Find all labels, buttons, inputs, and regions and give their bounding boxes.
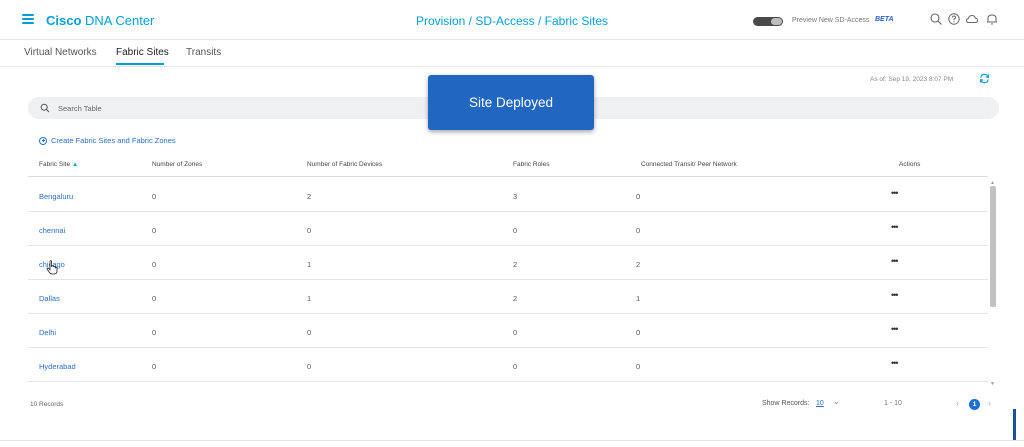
top-header: Cisco DNA Center Provision / SD-Access /… bbox=[0, 0, 1024, 40]
create-link-label: Create Fabric Sites and Fabric Zones bbox=[51, 136, 176, 145]
show-records-label: Show Records: bbox=[762, 400, 810, 407]
transit-value: 2 bbox=[636, 260, 641, 269]
site-link[interactable]: Bengaluru bbox=[39, 192, 73, 201]
scroll-down-icon[interactable]: ▼ bbox=[990, 381, 995, 387]
active-tab-indicator bbox=[116, 63, 164, 65]
devices-value: 1 bbox=[307, 294, 312, 303]
row-actions-menu[interactable]: ••• bbox=[891, 358, 899, 368]
site-link[interactable]: chennai bbox=[39, 226, 65, 235]
table-row: Hyderabad 0 0 0 0 ••• bbox=[28, 348, 988, 382]
add-circle-icon bbox=[39, 136, 47, 145]
brand-cisco: Cisco bbox=[46, 13, 82, 28]
column-label: Fabric Site bbox=[39, 161, 71, 168]
brand-product: DNA Center bbox=[81, 13, 155, 28]
footer-divider bbox=[0, 440, 1024, 441]
devices-value: 2 bbox=[307, 192, 312, 201]
refresh-icon[interactable] bbox=[978, 72, 991, 85]
search-input[interactable] bbox=[58, 100, 438, 116]
devices-value: 0 bbox=[307, 328, 312, 337]
row-actions-menu[interactable]: ••• bbox=[891, 256, 899, 266]
column-header-roles[interactable]: Fabric Roles bbox=[513, 161, 549, 168]
tab-fabric-sites[interactable]: Fabric Sites bbox=[116, 47, 169, 58]
site-link[interactable]: chicago bbox=[39, 260, 65, 269]
cloud-icon[interactable] bbox=[965, 12, 979, 26]
tab-bar: Virtual Networks Fabric Sites Transits bbox=[0, 40, 1024, 67]
tab-transits[interactable]: Transits bbox=[186, 47, 221, 58]
next-page-button[interactable]: › bbox=[988, 398, 991, 408]
roles-value: 2 bbox=[513, 294, 518, 303]
column-header-fabric-site[interactable]: Fabric Site ▲ bbox=[39, 161, 78, 168]
menu-icon[interactable] bbox=[22, 14, 34, 24]
table-row: Bengaluru 0 2 3 0 ••• bbox=[28, 178, 988, 212]
row-actions-menu[interactable]: ••• bbox=[891, 222, 899, 232]
table-row: Dallas 0 1 2 1 ••• bbox=[28, 280, 988, 314]
create-fabric-sites-link[interactable]: Create Fabric Sites and Fabric Zones bbox=[39, 136, 176, 145]
zones-value: 0 bbox=[152, 362, 157, 371]
current-page-button[interactable]: 1 bbox=[969, 399, 980, 410]
help-icon[interactable] bbox=[947, 12, 961, 26]
breadcrumb[interactable]: Provision / SD-Access / Fabric Sites bbox=[416, 14, 608, 28]
site-link[interactable]: Hyderabad bbox=[39, 362, 76, 371]
devices-value: 1 bbox=[307, 260, 312, 269]
column-header-zones[interactable]: Number of Zones bbox=[152, 161, 202, 168]
search-icon[interactable] bbox=[929, 12, 943, 26]
devices-value: 0 bbox=[307, 226, 312, 235]
prev-page-button[interactable]: ‹ bbox=[956, 398, 959, 408]
scrollbar-thumb[interactable] bbox=[990, 186, 996, 307]
last-updated-timestamp: As of: Sep 19, 2023 8:07 PM bbox=[870, 76, 954, 83]
beta-badge: BETA bbox=[875, 16, 894, 23]
search-icon bbox=[40, 103, 50, 113]
table-header: Fabric Site ▲ Number of Zones Number of F… bbox=[28, 153, 988, 177]
transit-value: 0 bbox=[636, 226, 641, 235]
zones-value: 0 bbox=[152, 328, 157, 337]
zones-value: 0 bbox=[152, 192, 157, 201]
row-actions-menu[interactable]: ••• bbox=[891, 188, 899, 198]
column-header-devices[interactable]: Number of Fabric Devices bbox=[307, 161, 382, 168]
preview-label: Preview New SD-Access bbox=[792, 17, 870, 24]
site-link[interactable]: Delhi bbox=[39, 328, 56, 337]
column-header-actions: Actions bbox=[899, 161, 921, 168]
app-brand[interactable]: Cisco DNA Center bbox=[46, 13, 154, 28]
transit-value: 0 bbox=[636, 362, 641, 371]
scroll-up-icon[interactable]: ▲ bbox=[990, 180, 995, 186]
zones-value: 0 bbox=[152, 226, 157, 235]
zones-value: 0 bbox=[152, 260, 157, 269]
table-row: chennai 0 0 0 0 ••• bbox=[28, 212, 988, 246]
chevron-down-icon[interactable]: ⌄ bbox=[833, 397, 840, 406]
sort-ascending-icon: ▲ bbox=[72, 162, 79, 168]
page-range: 1 - 10 bbox=[884, 400, 902, 407]
transit-value: 1 bbox=[636, 294, 641, 303]
table-row: chicago 0 1 2 2 ••• bbox=[28, 246, 988, 280]
tab-virtual-networks[interactable]: Virtual Networks bbox=[24, 47, 97, 58]
transit-value: 0 bbox=[636, 192, 641, 201]
preview-toggle[interactable] bbox=[753, 17, 783, 26]
roles-value: 0 bbox=[513, 362, 518, 371]
site-link[interactable]: Dallas bbox=[39, 294, 60, 303]
roles-value: 0 bbox=[513, 328, 518, 337]
bell-icon[interactable] bbox=[985, 12, 999, 26]
row-actions-menu[interactable]: ••• bbox=[891, 324, 899, 334]
roles-value: 0 bbox=[513, 226, 518, 235]
transit-value: 0 bbox=[636, 328, 641, 337]
roles-value: 3 bbox=[513, 192, 518, 201]
roles-value: 2 bbox=[513, 260, 518, 269]
row-actions-menu[interactable]: ••• bbox=[891, 290, 899, 300]
records-per-page-select[interactable]: 10 bbox=[816, 400, 824, 407]
side-accent-bar bbox=[1013, 409, 1016, 440]
table-row: Delhi 0 0 0 0 ••• bbox=[28, 314, 988, 348]
toast-message: Site Deployed bbox=[468, 95, 554, 110]
devices-value: 0 bbox=[307, 362, 312, 371]
zones-value: 0 bbox=[152, 294, 157, 303]
toast-notification: Site Deployed bbox=[428, 75, 594, 130]
column-header-transit[interactable]: Connected Transit/ Peer Network bbox=[641, 161, 737, 168]
record-count: 10 Records bbox=[30, 401, 64, 408]
